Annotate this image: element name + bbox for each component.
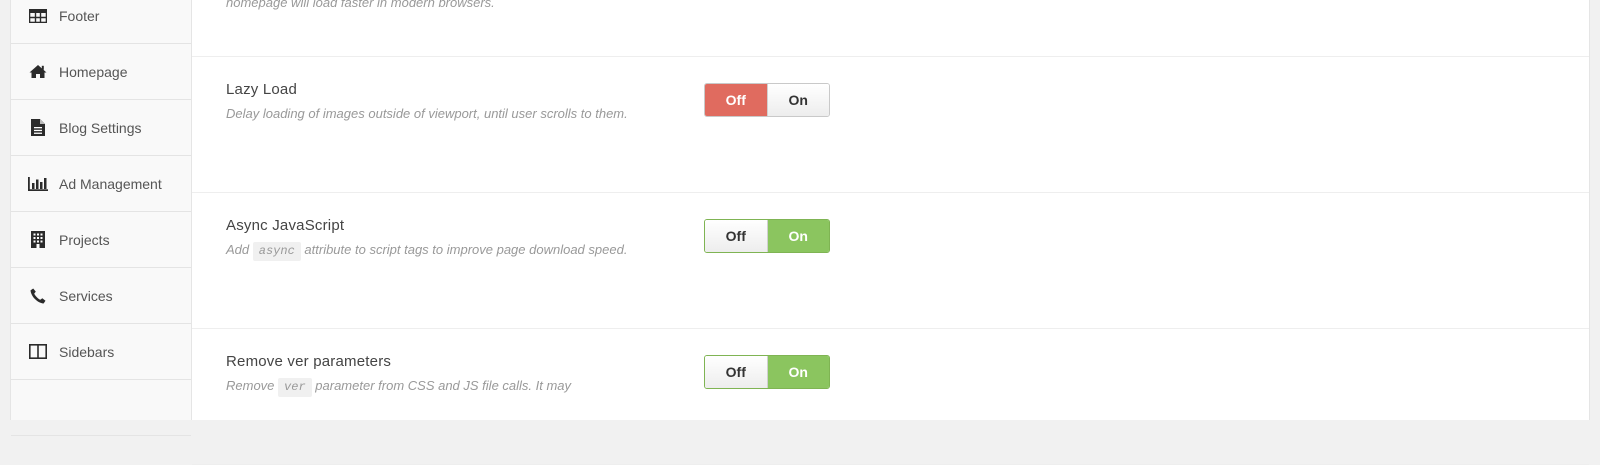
settings-sidebar: Footer Homepage Blog Settings Ad Managem… [11,0,192,436]
setting-title: Lazy Load [226,81,298,98]
description-text: attribute to script tags to improve page… [304,242,628,257]
sidebar-item-label: Sidebars [59,343,115,360]
remove-ver-on-button[interactable]: On [766,356,829,388]
setting-description: Add async attribute to script tags to im… [226,238,666,261]
lazy-load-toggle[interactable]: Off On [704,83,830,117]
columns-icon [28,343,48,361]
async-js-off-button[interactable]: Off [705,220,767,252]
sidebar-item-label: Projects [59,231,110,248]
code-snippet: ver [278,378,312,397]
setting-description: Remove ver parameter from CSS and JS fil… [226,374,666,397]
settings-section-lazy-load: Lazy Load Delay loading of images outsid… [192,57,1589,193]
setting-description: homepage will load faster in modern brow… [226,0,495,10]
settings-section-async-js: Async JavaScript Add async attribute to … [192,193,1589,329]
settings-section-remove-ver: Remove ver parameters Remove ver paramet… [192,329,1589,465]
sidebar-item-projects[interactable]: Projects [11,212,191,268]
sidebar-item-sidebars[interactable]: Sidebars [11,324,191,380]
sidebar-item-label: Footer [59,7,100,24]
sidebar-item-label: Homepage [59,63,128,80]
settings-main: homepage will load faster in modern brow… [192,0,1589,465]
document-icon [28,119,48,137]
settings-section-previous: homepage will load faster in modern brow… [192,0,1589,57]
home-icon [28,63,48,81]
sidebar-item-label: Services [59,287,113,304]
setting-title: Async JavaScript [226,217,345,234]
setting-title: Remove ver parameters [226,353,392,370]
settings-panel: Footer Homepage Blog Settings Ad Managem… [10,0,1590,465]
description-text: Remove [226,378,275,393]
table-icon [28,7,48,25]
sidebar-item-ad-management[interactable]: Ad Management [11,156,191,212]
remove-ver-toggle[interactable]: Off On [704,355,830,389]
code-snippet: async [252,242,301,261]
sidebar-item-partial[interactable] [11,380,191,436]
description-text: parameter from CSS and JS file calls. It… [315,378,572,393]
lazy-load-on-button[interactable]: On [766,84,829,116]
sidebar-item-blog-settings[interactable]: Blog Settings [11,100,191,156]
remove-ver-off-button[interactable]: Off [705,356,767,388]
sidebar-item-homepage[interactable]: Homepage [11,44,191,100]
lazy-load-off-button[interactable]: Off [705,84,767,116]
sidebar-item-label: Ad Management [59,175,162,192]
phone-icon [28,287,48,305]
sidebar-item-label: Blog Settings [59,119,142,136]
bar-chart-icon [28,175,48,193]
async-js-on-button[interactable]: On [766,220,829,252]
description-text: Add [226,242,250,257]
setting-description: Delay loading of images outside of viewp… [226,106,628,121]
sidebar-item-footer[interactable]: Footer [11,0,191,44]
building-icon [28,231,48,249]
async-js-toggle[interactable]: Off On [704,219,830,253]
sidebar-item-services[interactable]: Services [11,268,191,324]
